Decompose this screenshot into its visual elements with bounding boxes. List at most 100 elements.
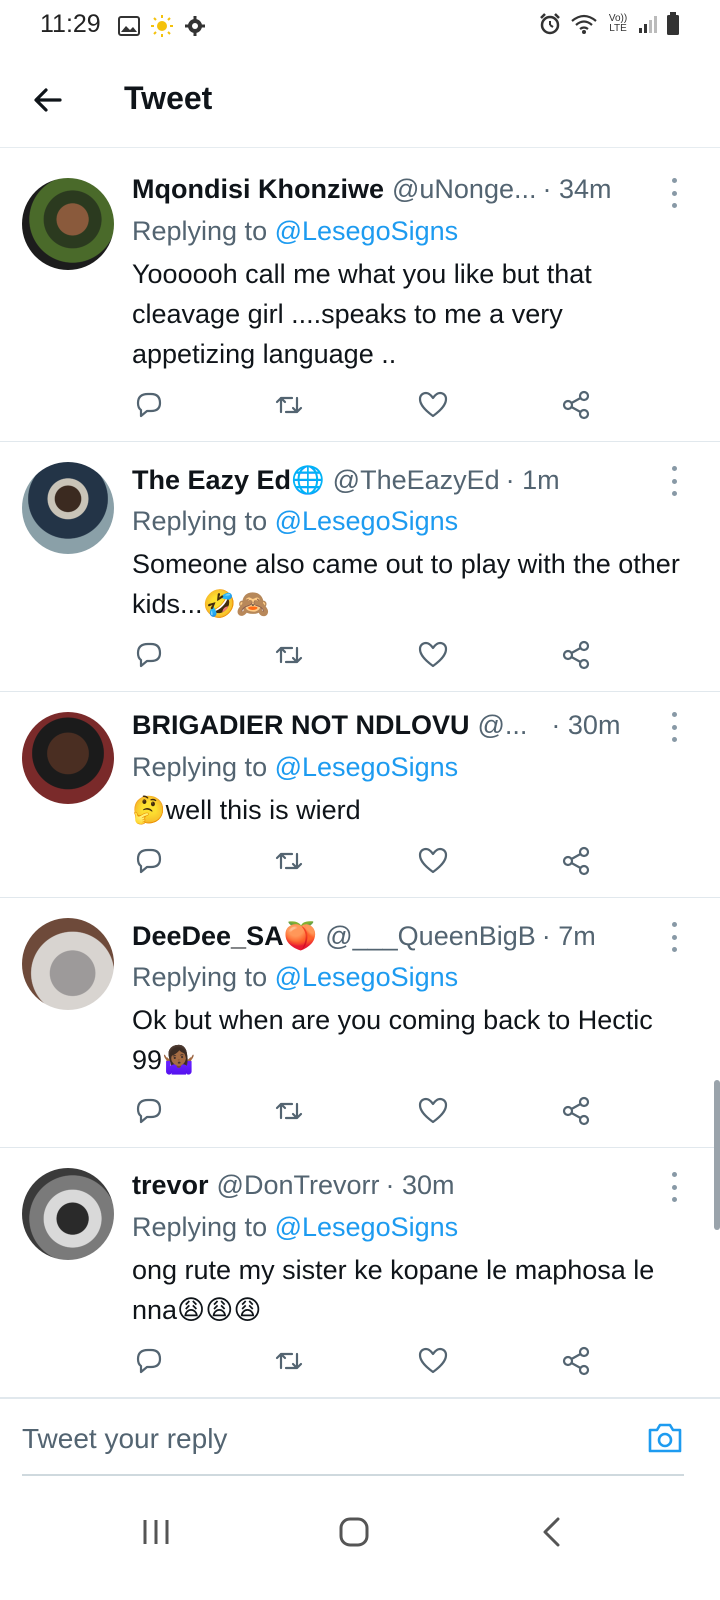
- display-name[interactable]: Mqondisi Khonziwe: [132, 174, 384, 205]
- timestamp: · 1m: [505, 464, 560, 495]
- tweet-item[interactable]: BRIGADIER NOT NDLOVU @... · 30m Replying…: [0, 692, 720, 898]
- back-nav-icon[interactable]: [532, 1512, 572, 1552]
- replying-to-label: Replying to: [132, 962, 275, 992]
- timestamp: · 7m: [541, 920, 596, 951]
- replying-to: Replying to @LesegoSigns: [132, 752, 458, 783]
- replying-to: Replying to @LesegoSigns: [132, 962, 458, 993]
- tweet-text: Someone also came out to play with the o…: [132, 549, 680, 619]
- user-handle[interactable]: @___QueenBigB: [325, 921, 536, 952]
- replying-to: Replying to @LesegoSigns: [132, 506, 458, 537]
- tweet-actions: [132, 388, 602, 424]
- more-options-icon[interactable]: [666, 178, 682, 208]
- tweet-text: Ok but when are you coming back to Hecti…: [132, 1005, 653, 1075]
- reply-icon[interactable]: [132, 1094, 166, 1128]
- reply-icon[interactable]: [132, 1344, 166, 1378]
- tweet-text: Yoooooh call me what you like but that c…: [132, 259, 592, 369]
- share-icon[interactable]: [559, 844, 593, 878]
- avatar[interactable]: [22, 1168, 114, 1260]
- tweet-item[interactable]: Mqondisi Khonziwe @uNonge... · 34m Reply…: [0, 152, 720, 442]
- replying-to: Replying to @LesegoSigns: [132, 216, 458, 247]
- retweet-icon[interactable]: [272, 1094, 306, 1128]
- user-handle[interactable]: @DonTrevorr: [217, 1170, 380, 1201]
- more-options-icon[interactable]: [666, 466, 682, 496]
- retweet-icon[interactable]: [272, 1344, 306, 1378]
- signal-icon: [639, 16, 657, 33]
- gear-icon: [185, 16, 205, 36]
- mention-link[interactable]: @LesegoSigns: [275, 962, 459, 992]
- more-options-icon[interactable]: [666, 1172, 682, 1202]
- more-options-icon[interactable]: [666, 922, 682, 952]
- share-icon[interactable]: [559, 388, 593, 422]
- more-options-icon[interactable]: [666, 712, 682, 742]
- tweet-reply-input[interactable]: Tweet your reply: [22, 1423, 227, 1455]
- share-icon[interactable]: [559, 638, 593, 672]
- user-handle[interactable]: @uNonge...: [392, 174, 537, 205]
- share-icon[interactable]: [559, 1344, 593, 1378]
- retweet-icon[interactable]: [272, 388, 306, 422]
- mention-link[interactable]: @LesegoSigns: [275, 752, 459, 782]
- status-time: 11:29: [40, 10, 101, 38]
- user-handle[interactable]: @...: [478, 710, 528, 741]
- tweet-actions: [132, 638, 602, 674]
- timestamp: · 34m: [542, 174, 612, 204]
- timestamp: · 30m: [385, 1170, 455, 1200]
- page-title: Tweet: [124, 80, 213, 116]
- wifi-icon: [571, 14, 597, 34]
- avatar[interactable]: [22, 712, 114, 804]
- timestamp: · 30m: [551, 710, 621, 740]
- reply-icon[interactable]: [132, 638, 166, 672]
- replying-to: Replying to @LesegoSigns: [132, 1212, 458, 1243]
- recent-apps-icon[interactable]: [136, 1512, 176, 1552]
- tweet-item[interactable]: DeeDee_SA 🍑 @___QueenBigB · 7m Replying …: [0, 898, 720, 1148]
- avatar[interactable]: [22, 462, 114, 554]
- reply-composer: Tweet your reply: [0, 1398, 720, 1478]
- tweet-item[interactable]: trevor @DonTrevorr · 30m Replying to @Le…: [0, 1148, 720, 1398]
- like-heart-icon[interactable]: [416, 1344, 450, 1378]
- back-arrow-icon[interactable]: [30, 82, 66, 118]
- tweet-actions: [132, 1094, 602, 1130]
- like-heart-icon[interactable]: [416, 638, 450, 672]
- replying-to-label: Replying to: [132, 752, 275, 782]
- status-bar: 11:29 Vo)) LTE: [0, 0, 720, 52]
- app-header: Tweet: [0, 52, 720, 148]
- volte-icon: Vo)) LTE: [608, 13, 628, 34]
- reply-icon[interactable]: [132, 844, 166, 878]
- mention-link[interactable]: @LesegoSigns: [275, 1212, 459, 1242]
- replying-to-label: Replying to: [132, 216, 275, 246]
- reply-icon[interactable]: [132, 388, 166, 422]
- mention-link[interactable]: @LesegoSigns: [275, 506, 459, 536]
- peach-badge: 🍑: [283, 921, 318, 952]
- camera-icon[interactable]: [646, 1421, 684, 1455]
- scrollbar[interactable]: [714, 1080, 720, 1230]
- replying-to-label: Replying to: [132, 506, 275, 536]
- share-icon[interactable]: [559, 1094, 593, 1128]
- mention-link[interactable]: @LesegoSigns: [275, 216, 459, 246]
- alarm-icon: [540, 13, 560, 35]
- display-name[interactable]: DeeDee_SA: [132, 921, 284, 952]
- tweet-actions: [132, 844, 602, 880]
- tweet-item[interactable]: The Eazy Ed 🌐 @TheEazyEd · 1m Replying t…: [0, 442, 720, 692]
- battery-icon: [667, 12, 679, 35]
- home-icon[interactable]: [334, 1512, 374, 1552]
- replying-to-label: Replying to: [132, 1212, 275, 1242]
- display-name[interactable]: BRIGADIER NOT NDLOVU: [132, 710, 470, 741]
- display-name[interactable]: trevor: [132, 1170, 209, 1201]
- globe-badge: 🌐: [291, 465, 325, 496]
- tweet-text: ong rute my sister ke kopane le maphosa …: [132, 1255, 655, 1325]
- avatar[interactable]: [22, 178, 114, 270]
- image-icon: [118, 16, 140, 36]
- replies-feed: Mqondisi Khonziwe @uNonge... · 34m Reply…: [0, 152, 720, 1398]
- like-heart-icon[interactable]: [416, 844, 450, 878]
- display-name[interactable]: The Eazy Ed: [132, 465, 291, 496]
- system-nav-bar: [0, 1490, 720, 1600]
- avatar[interactable]: [22, 918, 114, 1010]
- like-heart-icon[interactable]: [416, 1094, 450, 1128]
- retweet-icon[interactable]: [272, 638, 306, 672]
- retweet-icon[interactable]: [272, 844, 306, 878]
- sun-icon: [151, 15, 173, 37]
- tweet-actions: [132, 1344, 602, 1380]
- input-underline: [22, 1474, 684, 1476]
- like-heart-icon[interactable]: [416, 388, 450, 422]
- tweet-text: 🤔well this is wierd: [132, 795, 361, 825]
- user-handle[interactable]: @TheEazyEd: [333, 465, 500, 496]
